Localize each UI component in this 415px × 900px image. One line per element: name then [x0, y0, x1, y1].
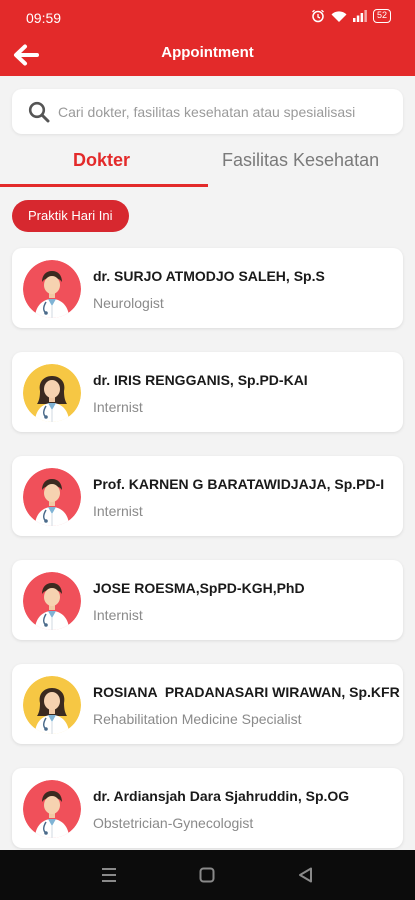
- doctor-name: dr. IRIS RENGGANIS, Sp.PD-KAI: [93, 372, 308, 388]
- doctor-card[interactable]: dr. IRIS RENGGANIS, Sp.PD-KAI Internist: [12, 352, 403, 432]
- recent-apps-button[interactable]: [99, 865, 119, 885]
- wifi-icon: [331, 10, 347, 23]
- signal-icon: [352, 10, 367, 22]
- filter-chip-today[interactable]: Praktik Hari Ini: [12, 200, 129, 232]
- home-button[interactable]: [197, 865, 217, 885]
- doctor-card[interactable]: Prof. KARNEN G BARATAWIDJAJA, Sp.PD-I Int…: [12, 456, 403, 536]
- tab-dokter[interactable]: Dokter: [73, 150, 130, 171]
- system-back-button[interactable]: [296, 865, 316, 885]
- doctor-specialty: Obstetrician-Gynecologist: [93, 815, 254, 831]
- doctor-specialty: Rehabilitation Medicine Specialist: [93, 711, 302, 727]
- triangle-back-icon: [299, 867, 312, 883]
- status-time: 09:59: [26, 10, 62, 26]
- tab-indicator: [0, 184, 208, 187]
- doctor-card[interactable]: dr. SURJO ATMODJO SALEH, Sp.S Neurologist: [12, 248, 403, 328]
- alarm-icon: [311, 9, 325, 23]
- male-doctor-avatar: [23, 260, 81, 318]
- square-icon: [199, 867, 215, 883]
- male-doctor-avatar: [23, 468, 81, 526]
- doctor-card[interactable]: ROSIANA PRADANASARI WIRAWAN, Sp.KFR Rehab…: [12, 664, 403, 744]
- tab-bar: Dokter Fasilitas Kesehatan: [0, 144, 415, 188]
- doctor-name: dr. SURJO ATMODJO SALEH, Sp.S: [93, 268, 325, 284]
- tab-fasilitas-kesehatan[interactable]: Fasilitas Kesehatan: [222, 150, 379, 171]
- search-bar[interactable]: [12, 89, 403, 134]
- search-input[interactable]: [58, 89, 403, 134]
- doctor-specialty: Internist: [93, 503, 143, 519]
- female-doctor-avatar: [23, 676, 81, 734]
- doctor-card[interactable]: JOSE ROESMA,SpPD-KGH,PhD Internist: [12, 560, 403, 640]
- doctor-specialty: Internist: [93, 607, 143, 623]
- doctor-name: Prof. KARNEN G BARATAWIDJAJA, Sp.PD-I: [93, 476, 385, 492]
- doctor-list: dr. SURJO ATMODJO SALEH, Sp.S Neurologist…: [12, 248, 403, 872]
- doctor-name: dr. Ardiansjah Dara Sjahruddin, Sp.OG: [93, 788, 350, 804]
- female-doctor-avatar: [23, 364, 81, 422]
- doctor-name: ROSIANA PRADANASARI WIRAWAN, Sp.KFR: [93, 684, 400, 700]
- menu-lines-icon: [102, 868, 116, 882]
- battery-icon: 52: [372, 9, 391, 23]
- doctor-name: JOSE ROESMA,SpPD-KGH,PhD: [93, 580, 305, 596]
- status-icons: 52: [311, 9, 391, 23]
- app-bar: Appointment: [0, 34, 415, 76]
- male-doctor-avatar: [23, 780, 81, 838]
- navigation-bar: [0, 850, 415, 900]
- status-bar: 09:59 52: [0, 0, 415, 34]
- search-icon: [28, 101, 50, 128]
- male-doctor-avatar: [23, 572, 81, 630]
- doctor-specialty: Internist: [93, 399, 143, 415]
- page-title: Appointment: [161, 44, 254, 61]
- doctor-card[interactable]: dr. Ardiansjah Dara Sjahruddin, Sp.OG Obs…: [12, 768, 403, 848]
- doctor-specialty: Neurologist: [93, 295, 164, 311]
